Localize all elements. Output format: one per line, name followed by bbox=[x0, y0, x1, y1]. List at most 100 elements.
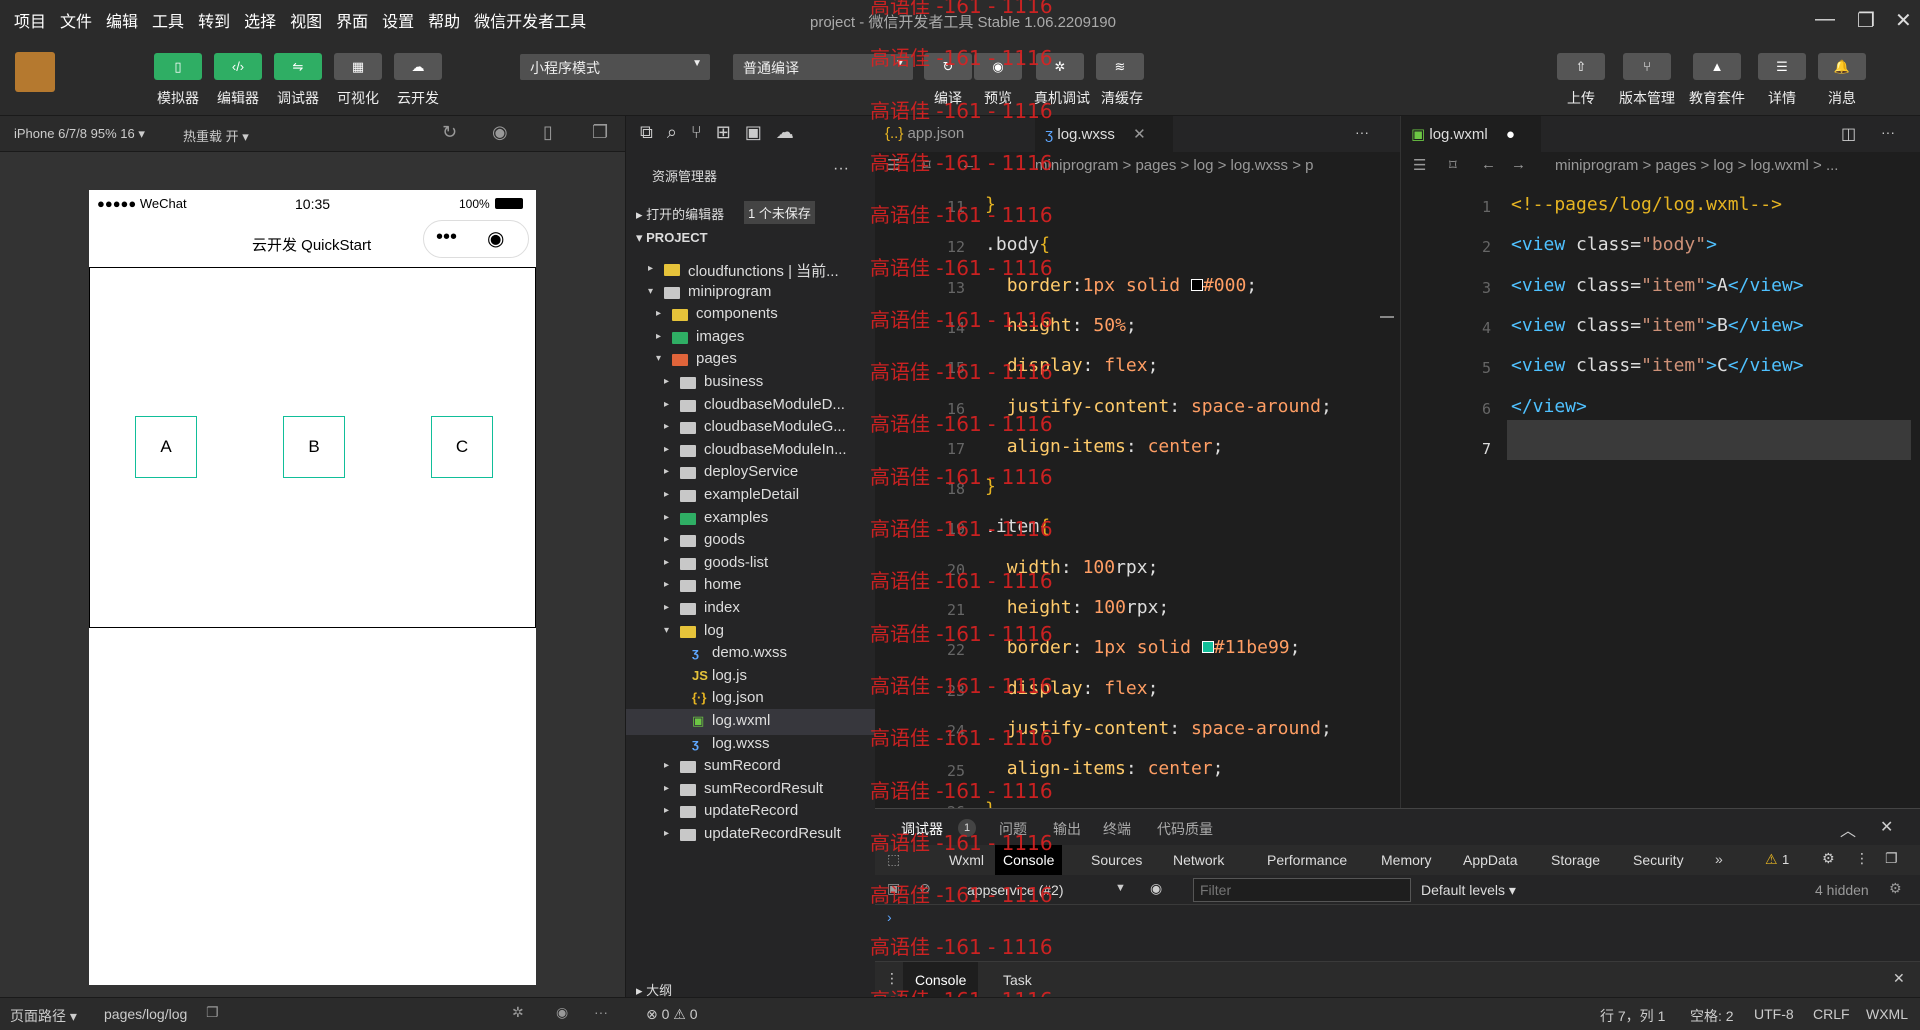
menu-item[interactable]: 设置 bbox=[382, 8, 414, 32]
menu-item[interactable]: 视图 bbox=[290, 8, 322, 32]
devtools-tab[interactable]: AppData bbox=[1455, 845, 1525, 875]
edu-button[interactable]: ▲ bbox=[1693, 53, 1741, 80]
chevron-icon[interactable]: ▸ bbox=[664, 579, 669, 590]
code-line[interactable]: align-items: center; bbox=[985, 436, 1224, 457]
devtools-tab[interactable]: Sources bbox=[1083, 845, 1150, 875]
chevron-icon[interactable]: ▾ bbox=[656, 353, 661, 364]
filter-input[interactable] bbox=[1193, 878, 1411, 902]
levels-select[interactable]: Default levels ▾ bbox=[1421, 882, 1516, 899]
code-line[interactable]: <!--pages/log/log.wxml--> bbox=[1511, 194, 1782, 215]
mode-select[interactable]: 小程序模式 ▼ bbox=[520, 54, 710, 80]
activity-icons[interactable]: ⧉⌕⑂⊞▣☁ bbox=[640, 122, 808, 143]
encoding[interactable]: UTF-8 bbox=[1754, 1006, 1794, 1022]
devtools-tab[interactable]: Security bbox=[1625, 845, 1692, 875]
simulator-button[interactable]: ▯ bbox=[154, 53, 202, 80]
problem-counts[interactable]: ⊗ 0 ⚠ 0 bbox=[646, 1006, 698, 1023]
menu-item[interactable]: 转到 bbox=[198, 8, 230, 32]
page-path-select[interactable]: 页面路径 ▾ bbox=[10, 1006, 77, 1026]
version-button[interactable]: ⑂ bbox=[1623, 53, 1671, 80]
maximize-icon[interactable]: ❐ bbox=[1857, 8, 1875, 33]
chevron-icon[interactable]: ▸ bbox=[664, 376, 669, 387]
back-icon[interactable]: ← bbox=[1481, 156, 1496, 173]
chevron-icon[interactable]: ▸ bbox=[664, 602, 669, 613]
chevron-icon[interactable]: ▸ bbox=[664, 760, 669, 771]
code-line[interactable]: <view class="item">A</view> bbox=[1511, 275, 1804, 296]
devtools-tab[interactable]: Memory bbox=[1373, 845, 1440, 875]
menu-item[interactable]: 微信开发者工具 bbox=[474, 8, 586, 32]
tab-log-wxml[interactable]: ▣ log.wxml ● bbox=[1401, 116, 1541, 152]
devtools-tab[interactable]: Network bbox=[1165, 845, 1232, 875]
menu-item[interactable]: 帮助 bbox=[428, 8, 460, 32]
line-ending[interactable]: CRLF bbox=[1813, 1006, 1850, 1022]
more-tabs-icon[interactable]: » bbox=[1715, 851, 1723, 867]
code-line[interactable]: </view> bbox=[1511, 396, 1587, 417]
kebab-icon[interactable]: ⋮ bbox=[1855, 850, 1869, 867]
chevron-icon[interactable]: ▸ bbox=[664, 557, 669, 568]
language-mode[interactable]: WXML bbox=[1866, 1006, 1908, 1022]
phone-icon[interactable]: ▯ bbox=[543, 122, 553, 143]
close-icon[interactable]: ✕ bbox=[1880, 817, 1893, 837]
indent-setting[interactable]: 空格: 2 bbox=[1690, 1006, 1734, 1026]
project-section[interactable]: ▾ PROJECT bbox=[636, 230, 708, 246]
chevron-icon[interactable]: ▸ bbox=[664, 512, 669, 523]
menu-item[interactable]: 工具 bbox=[152, 8, 184, 32]
bug-icon[interactable]: ✲ bbox=[512, 1004, 524, 1021]
split-icon[interactable]: ◫ bbox=[1841, 124, 1856, 144]
more-icon[interactable]: ··· bbox=[1355, 124, 1369, 140]
message-button[interactable]: 🔔 bbox=[1818, 53, 1866, 80]
avatar[interactable] bbox=[15, 52, 55, 92]
chevron-icon[interactable]: ▸ bbox=[664, 399, 669, 410]
eye-icon[interactable]: ◉ bbox=[556, 1004, 568, 1021]
clear-cache-button[interactable]: ≋ bbox=[1096, 53, 1144, 80]
more-icon[interactable]: ··· bbox=[833, 160, 849, 178]
code-line[interactable]: height: 100rpx; bbox=[985, 597, 1170, 618]
more-icon[interactable]: ··· bbox=[594, 1004, 608, 1020]
collapse-icon[interactable]: ︿ bbox=[1840, 817, 1856, 841]
code-line[interactable]: <view class="item">B</view> bbox=[1511, 315, 1804, 336]
settings-icon[interactable]: ⚙ bbox=[1889, 880, 1902, 897]
chevron-icon[interactable]: ▸ bbox=[664, 534, 669, 545]
more-icon[interactable]: ··· bbox=[1881, 124, 1895, 140]
code-line[interactable]: <view class="body"> bbox=[1511, 234, 1717, 255]
chevron-icon[interactable]: ▸ bbox=[664, 444, 669, 455]
minimize-icon[interactable]: — bbox=[1815, 8, 1835, 31]
chevron-icon[interactable]: ▾ bbox=[648, 286, 653, 297]
device-select[interactable]: iPhone 6/7/8 95% 16 ▾ bbox=[14, 126, 145, 142]
menu-item[interactable]: 文件 bbox=[60, 8, 92, 32]
visual-button[interactable]: ▦ bbox=[334, 53, 382, 80]
code-line[interactable]: <view class="item">C</view> bbox=[1511, 355, 1804, 376]
stop-icon[interactable]: ◉ bbox=[492, 122, 508, 143]
chevron-icon[interactable]: ▸ bbox=[664, 489, 669, 500]
popout-icon[interactable]: ❐ bbox=[592, 122, 608, 143]
devtools-tab[interactable]: Performance bbox=[1259, 845, 1355, 875]
chevron-icon[interactable]: ▸ bbox=[664, 805, 669, 816]
tab-log-wxss[interactable]: ʒ log.wxss ✕ bbox=[1035, 116, 1173, 152]
hot-reload-toggle[interactable]: 热重载 开 ▾ bbox=[183, 126, 249, 145]
unsaved-dot-icon[interactable]: ● bbox=[1506, 126, 1515, 143]
tree-item[interactable]: ▸ updateRecordResult bbox=[626, 822, 876, 848]
list-icon[interactable]: ☰ bbox=[1413, 156, 1426, 174]
settings-icon[interactable]: ⚙ bbox=[1822, 850, 1835, 867]
chevron-icon[interactable]: ▸ bbox=[656, 331, 661, 342]
eye-icon[interactable]: ◉ bbox=[1150, 880, 1162, 897]
prompt-icon[interactable]: › bbox=[887, 909, 892, 925]
close-icon[interactable]: ✕ bbox=[1895, 8, 1912, 33]
debug-tab[interactable]: 终端 bbox=[1103, 819, 1131, 839]
debug-tab[interactable]: 代码质量 bbox=[1157, 819, 1213, 839]
chevron-icon[interactable]: ▸ bbox=[664, 466, 669, 477]
open-editors-section[interactable]: ▸ 打开的编辑器 bbox=[636, 204, 724, 223]
dock-icon[interactable]: ❐ bbox=[1885, 850, 1898, 867]
close-mini-icon[interactable]: ◉ bbox=[487, 226, 504, 251]
menu-item[interactable]: 选择 bbox=[244, 8, 276, 32]
chevron-icon[interactable]: ▸ bbox=[664, 421, 669, 432]
cursor-position[interactable]: 行 7，列 1 bbox=[1600, 1006, 1665, 1026]
debug-tab[interactable]: 输出 bbox=[1053, 819, 1081, 839]
devtools-tab[interactable]: Storage bbox=[1543, 845, 1608, 875]
refresh-icon[interactable]: ↻ bbox=[442, 122, 457, 143]
detail-button[interactable]: ☰ bbox=[1758, 53, 1806, 80]
copy-icon[interactable]: ❐ bbox=[206, 1004, 219, 1021]
more-icon[interactable]: ••• bbox=[436, 226, 457, 249]
close-icon[interactable]: ✕ bbox=[1893, 970, 1905, 987]
close-icon[interactable]: ✕ bbox=[1133, 126, 1146, 143]
cloud-button[interactable]: ☁ bbox=[394, 53, 442, 80]
